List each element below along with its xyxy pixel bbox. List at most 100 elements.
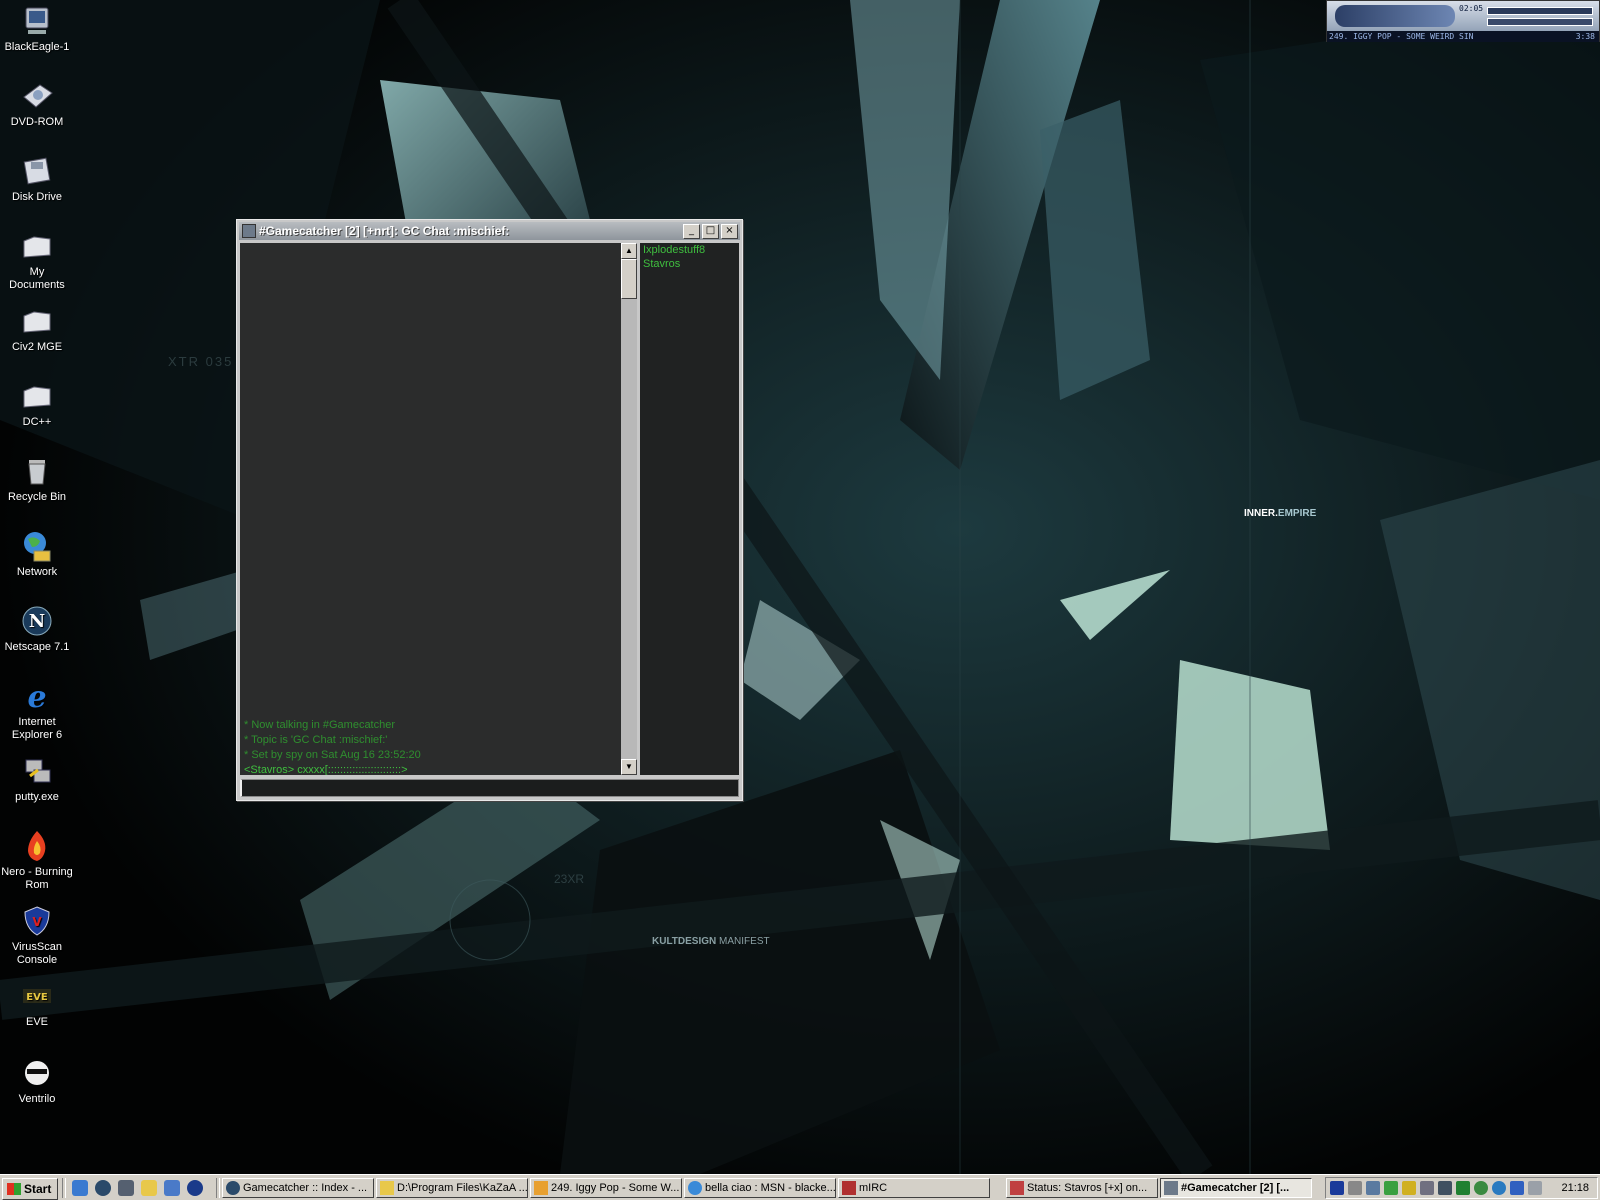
- svg-text:e: e: [27, 680, 46, 713]
- globe-tray-icon[interactable]: [1492, 1181, 1506, 1195]
- desktop-icon-label: Netscape 7.1: [4, 641, 70, 653]
- chat-line: * Set by spy on Sat Aug 16 23:52:20: [244, 749, 421, 761]
- dvd-drive-icon: [23, 84, 53, 108]
- desktop-icon-netscape[interactable]: N Netscape 7.1: [0, 602, 74, 654]
- netscape-icon: [226, 1181, 240, 1195]
- winamp-seek-bar[interactable]: [1487, 7, 1593, 15]
- task-button-label: mIRC: [859, 1182, 888, 1194]
- wallpaper-text-kultdesign: KULTDESIGN MANIFEST: [652, 936, 770, 947]
- desktop-icon-label: DC++: [22, 416, 52, 428]
- chat-scrollbar[interactable]: ▲ ▼: [621, 243, 637, 775]
- desktop-icon-internet-explorer[interactable]: e Internet Explorer 6: [0, 677, 74, 742]
- winamp-volume-bar[interactable]: [1487, 18, 1593, 26]
- nick-list[interactable]: Ixplodestuff8 Stavros: [640, 243, 739, 775]
- desktop-icon-dvd-rom[interactable]: DVD-ROM: [0, 77, 74, 129]
- desktop-icon-eve[interactable]: EVE EVE: [0, 977, 74, 1029]
- status-window-icon: [1010, 1181, 1024, 1195]
- minimize-button[interactable]: _: [683, 223, 700, 239]
- task-button-gamecatcher-channel[interactable]: #Gamecatcher [2] [...: [1160, 1178, 1312, 1198]
- safely-remove-tray-icon[interactable]: [1528, 1181, 1542, 1195]
- mirc-icon: [842, 1181, 856, 1195]
- network-tray-icon[interactable]: [1366, 1181, 1380, 1195]
- desktop-icon-label: putty.exe: [15, 791, 59, 803]
- desktop-icon-label: Network: [16, 566, 58, 578]
- putty-icon: [25, 759, 51, 783]
- folder-icon: [23, 311, 51, 333]
- recycle-bin-icon: [28, 460, 46, 485]
- monitor-tray-icon[interactable]: [1438, 1181, 1452, 1195]
- msn-tray-icon[interactable]: [1474, 1181, 1488, 1195]
- desktop-icon-my-documents[interactable]: My Documents: [0, 227, 74, 292]
- netscape-icon: N: [22, 606, 52, 636]
- system-tray: 21:18: [1325, 1177, 1598, 1199]
- desktop-icon-nero[interactable]: Nero - Burning Rom: [0, 827, 74, 892]
- app-quicklaunch-icon[interactable]: [187, 1180, 203, 1196]
- ie-quicklaunch-icon[interactable]: [72, 1180, 88, 1196]
- volume-tray-icon[interactable]: [1348, 1181, 1362, 1195]
- chat-input[interactable]: [240, 779, 739, 797]
- tool-tray-icon[interactable]: [1420, 1181, 1434, 1195]
- task-button-gamecatcher-index[interactable]: Gamecatcher :: Index - ...: [222, 1178, 374, 1198]
- desktop-icon-disk-drive[interactable]: Disk Drive: [0, 152, 74, 204]
- internet-explorer-icon: e: [27, 680, 46, 713]
- task-button-winamp[interactable]: 249. Iggy Pop - Some W...: [530, 1178, 682, 1198]
- outlook-quicklaunch-icon[interactable]: [164, 1180, 180, 1196]
- scroll-thumb[interactable]: [621, 259, 637, 299]
- desktop-icon-putty[interactable]: putty.exe: [0, 752, 74, 804]
- chat-messages-area[interactable]: * Now talking in #Gamecatcher * Topic is…: [240, 243, 621, 775]
- desktop-icon-network[interactable]: Network: [0, 527, 74, 579]
- app-tray-icon[interactable]: [1384, 1181, 1398, 1195]
- nick-list-item[interactable]: Ixplodestuff8: [640, 243, 739, 257]
- desktop-icon-civ2[interactable]: Civ2 MGE: [0, 302, 74, 354]
- desktop-icon-label: Civ2 MGE: [11, 341, 63, 353]
- task-button-kazaa-folder[interactable]: D:\Program Files\KaZaA ...: [376, 1178, 528, 1198]
- desktop-icon-dcpp[interactable]: DC++: [0, 377, 74, 429]
- task-button-mirc-status[interactable]: Status: Stavros [+x] on...: [1006, 1178, 1158, 1198]
- channel-window-icon: [1164, 1181, 1178, 1195]
- channel-window-icon: [242, 224, 256, 238]
- start-button[interactable]: Start: [2, 1178, 58, 1200]
- close-button[interactable]: ×: [721, 223, 738, 239]
- taskbar-separator: [216, 1178, 220, 1198]
- power-tray-icon[interactable]: [1402, 1181, 1416, 1195]
- folder-quicklaunch-icon[interactable]: [141, 1180, 157, 1196]
- winamp-player[interactable]: 02:05 249. IGGY POP - SOME WEIRD SIN 3:3…: [1326, 0, 1600, 42]
- folder-icon: [23, 386, 51, 408]
- task-button-label: bella ciao : MSN - blacke...: [705, 1182, 836, 1194]
- task-button-mirc[interactable]: mIRC: [838, 1178, 990, 1198]
- graph-tray-icon[interactable]: [1456, 1181, 1470, 1195]
- manifest-text: MANIFEST: [719, 936, 770, 947]
- desktop-icon-blackeagle[interactable]: BlackEagle-1: [0, 2, 74, 54]
- mirc-title-bar[interactable]: #Gamecatcher [2] [+nrt]: GC Chat :mischi…: [239, 222, 740, 240]
- display-tray-icon[interactable]: [1510, 1181, 1524, 1195]
- maximize-button[interactable]: □: [702, 223, 719, 239]
- task-button-label: #Gamecatcher [2] [...: [1181, 1182, 1290, 1194]
- desktop-icon-label: BlackEagle-1: [4, 41, 70, 53]
- chat-line: <Stavros> cxxxx[::::::::::::::::::::::::…: [244, 764, 408, 775]
- desktop-icon-label: VirusScan Console: [12, 941, 62, 966]
- disk-drive-icon: [23, 157, 51, 185]
- desktop-icon-label: EVE: [25, 1016, 48, 1028]
- kultdesign-text: KULTDESIGN: [652, 936, 717, 947]
- folder-icon: [23, 236, 51, 258]
- svg-text:EVE: EVE: [26, 992, 48, 1003]
- task-button-msn[interactable]: bella ciao : MSN - blacke...: [684, 1178, 836, 1198]
- network-globe-icon: [24, 532, 51, 562]
- computer-icon: [25, 7, 49, 34]
- svg-text:N: N: [29, 611, 45, 632]
- winamp-song-length: 3:38: [1575, 32, 1595, 41]
- ventrilo-icon: [25, 1061, 49, 1085]
- netscape-quicklaunch-icon[interactable]: [95, 1180, 111, 1196]
- wallpaper-text-code: 23XR: [554, 872, 585, 886]
- desktop-icon-recycle-bin[interactable]: Recycle Bin: [0, 452, 74, 504]
- virusscan-tray-icon[interactable]: [1330, 1181, 1344, 1195]
- desktop-icon-ventrilo[interactable]: Ventrilo: [0, 1054, 74, 1106]
- mirc-channel-window[interactable]: #Gamecatcher [2] [+nrt]: GC Chat :mischi…: [236, 219, 743, 801]
- media-quicklaunch-icon[interactable]: [118, 1180, 134, 1196]
- desktop-icon-virusscan[interactable]: V VirusScan Console: [0, 902, 74, 967]
- scroll-up-arrow-icon[interactable]: ▲: [621, 243, 637, 259]
- scroll-down-arrow-icon[interactable]: ▼: [621, 759, 637, 775]
- winamp-song-title: 249. IGGY POP - SOME WEIRD SIN: [1329, 32, 1474, 41]
- nick-list-item[interactable]: Stavros: [640, 257, 739, 271]
- winamp-controls[interactable]: [1335, 5, 1455, 27]
